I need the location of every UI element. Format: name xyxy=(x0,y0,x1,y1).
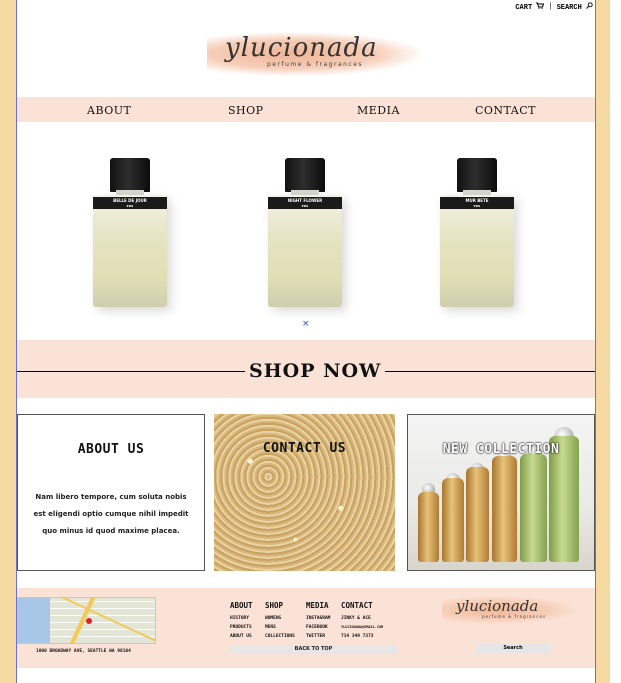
footer-link[interactable]: MENS xyxy=(265,623,295,632)
bottle-glass xyxy=(93,195,167,307)
product-sub: EDS xyxy=(301,204,309,208)
map-water xyxy=(18,598,50,643)
about-us-body: Nam libero tempore, cum soluta nobis est… xyxy=(33,493,189,535)
about-us-title: ABOUT US xyxy=(77,442,145,457)
footer-link[interactable]: WOMENS xyxy=(265,614,295,623)
logo-script: ylucionada xyxy=(225,33,378,63)
footer-col-shop: SHOP WOMENS MENS COLLECTIONS xyxy=(265,601,295,641)
logo-tagline: perfume & fragrances xyxy=(482,614,547,619)
product-sub: EDS xyxy=(126,204,134,208)
product-name: NIGHT FLOWER xyxy=(287,198,323,203)
new-collection-title: NEW COLLECTION xyxy=(442,442,560,457)
page: CART | SEARCH ylucionada perfume & fragr… xyxy=(17,0,595,683)
product-bottle-2[interactable]: NIGHT FLOWER EDS xyxy=(264,158,346,314)
product-name: BELLE DE JOUR xyxy=(113,198,147,203)
contact-us-title: CONTACT US xyxy=(262,441,347,456)
utility-bar: CART | SEARCH xyxy=(515,2,593,12)
nav-about[interactable]: ABOUT xyxy=(87,104,131,117)
footer-link[interactable]: 714 349 7373 xyxy=(341,632,383,641)
bottle-glass xyxy=(440,195,514,307)
footer-heading-media[interactable]: MEDIA xyxy=(306,601,330,610)
search-icon xyxy=(586,2,593,9)
shop-now-band: SHOP NOW xyxy=(17,340,595,398)
product-bottle-3[interactable]: MUR BETE EDS xyxy=(436,158,518,314)
utility-separator: | xyxy=(548,3,553,11)
footer-link[interactable]: TWITTER xyxy=(306,632,330,641)
footer-address: 1000 BROADWAY AVE, SEATTLE WA 98104 xyxy=(36,649,131,654)
footer-link[interactable]: JINKY & ACE xyxy=(341,614,383,623)
new-collection-card[interactable]: NEW COLLECTION xyxy=(407,414,595,571)
contact-us-card[interactable]: CONTACT US xyxy=(214,414,395,571)
footer-link[interactable]: COLLECTIONS xyxy=(265,632,295,641)
brand-logo[interactable]: ylucionada perfume & fragrances xyxy=(207,28,422,80)
bottle-label: MUR BETE EDS xyxy=(440,197,514,209)
bottle-glass xyxy=(268,195,342,307)
cart-icon xyxy=(536,2,545,9)
logo-tagline: perfume & fragrances xyxy=(267,61,364,68)
footer-link[interactable]: PRODUCTS xyxy=(230,623,253,632)
nav-shop[interactable]: SHOP xyxy=(228,104,264,117)
footer-link[interactable]: FACEBOOK xyxy=(306,623,330,632)
footer-heading-shop[interactable]: SHOP xyxy=(265,601,295,610)
bottle-label: BELLE DE JOUR EDS xyxy=(93,197,167,209)
footer-heading-contact[interactable]: CONTACT xyxy=(341,601,383,610)
shop-now-link[interactable]: SHOP NOW xyxy=(245,360,386,382)
about-us-card[interactable]: ABOUT US Nam libero tempore, cum soluta … xyxy=(17,414,205,571)
footer-col-media: MEDIA INSTAGRAM FACEBOOK TWITTER xyxy=(306,601,330,641)
cart-link[interactable]: CART xyxy=(515,2,545,12)
footer-link[interactable]: YLUCIONADA@GMAIL.COM xyxy=(341,623,383,632)
footer-logo[interactable]: ylucionada perfume & fragrances xyxy=(442,594,577,627)
footer: 1000 BROADWAY AVE, SEATTLE WA 98104 ABOU… xyxy=(17,588,595,668)
nav-media[interactable]: MEDIA xyxy=(357,104,400,117)
location-map[interactable] xyxy=(17,597,156,644)
bottle-cap xyxy=(110,158,150,192)
cart-label: CART xyxy=(515,4,533,12)
footer-heading-about[interactable]: ABOUT xyxy=(230,601,253,610)
product-sub: EDS xyxy=(473,204,481,208)
carousel-close-icon[interactable]: × xyxy=(302,319,310,329)
search-link[interactable]: SEARCH xyxy=(557,2,593,12)
footer-search-button[interactable]: Search xyxy=(475,644,551,653)
logo-script: ylucionada xyxy=(456,597,539,615)
product-bottle-1[interactable]: BELLE DE JOUR EDS xyxy=(89,158,171,314)
footer-link[interactable]: HISTORY xyxy=(230,614,253,623)
main-nav: ABOUT SHOP MEDIA CONTACT xyxy=(17,97,595,122)
search-label: SEARCH xyxy=(556,4,582,12)
bottle-cap xyxy=(285,158,325,192)
left-frame xyxy=(0,0,17,683)
footer-link[interactable]: INSTAGRAM xyxy=(306,614,330,623)
map-pin-icon xyxy=(86,618,92,624)
footer-col-contact: CONTACT JINKY & ACE YLUCIONADA@GMAIL.COM… xyxy=(341,601,383,641)
product-name: MUR BETE xyxy=(465,198,489,203)
bottle-label: NIGHT FLOWER EDS xyxy=(268,197,342,209)
nav-contact[interactable]: CONTACT xyxy=(475,104,536,117)
right-frame xyxy=(595,0,610,683)
footer-col-about: ABOUT HISTORY PRODUCTS ABOUT US xyxy=(230,601,253,641)
back-to-top-button[interactable]: BACK TO TOP xyxy=(230,645,397,654)
bottle-cap xyxy=(457,158,497,192)
footer-link[interactable]: ABOUT US xyxy=(230,632,253,641)
